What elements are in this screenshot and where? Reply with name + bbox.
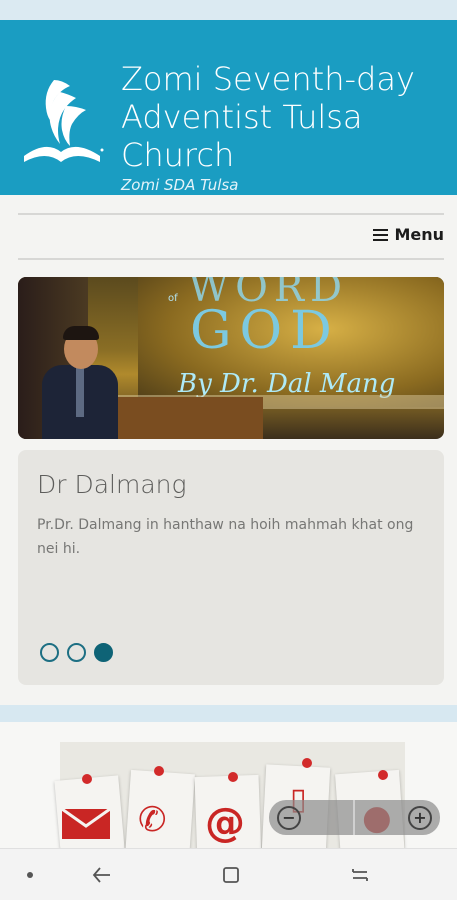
- slide-image-of: of: [168, 293, 178, 304]
- site-header: Zomi Seventh-day Adventist Tulsa Church …: [0, 20, 457, 195]
- zoom-in-icon: +: [413, 807, 427, 827]
- back-icon[interactable]: [88, 861, 116, 889]
- zoom-out-button[interactable]: −: [277, 805, 301, 830]
- menu-button[interactable]: Menu: [373, 225, 444, 244]
- divider: [18, 258, 444, 260]
- church-logo-icon: [24, 80, 104, 162]
- slide-pager: [40, 643, 113, 662]
- envelope-icon: [61, 808, 111, 839]
- pin-icon: [302, 758, 312, 768]
- site-subtitle: Zomi SDA Tulsa: [121, 176, 239, 194]
- slide-dot-1[interactable]: [40, 643, 59, 662]
- pin-icon: [154, 766, 164, 776]
- site-title[interactable]: Zomi Seventh-day Adventist Tulsa Church: [121, 60, 451, 174]
- pin-icon: [228, 772, 238, 782]
- zoom-divider: [353, 800, 355, 835]
- menu-label: Menu: [394, 225, 444, 244]
- pin-icon: [82, 774, 92, 784]
- system-nav-bar: [0, 848, 457, 900]
- slide-dot-3[interactable]: [94, 643, 113, 662]
- main-content: Menu WORD of GOD By Dr. Dal Mang Dr Dalm…: [0, 195, 457, 705]
- at-icon: @: [205, 800, 245, 846]
- slide-title: Dr Dalmang: [37, 470, 187, 499]
- speaker-hair: [63, 326, 99, 340]
- zoom-control: − +: [269, 800, 440, 835]
- slide-caption-card: Dr Dalmang Pr.Dr. Dalmang in hanthaw na …: [18, 450, 444, 685]
- phone-icon: ✆: [138, 800, 167, 840]
- recent-apps-icon[interactable]: [346, 861, 374, 889]
- home-icon[interactable]: [217, 861, 245, 889]
- slide-dot-2[interactable]: [67, 643, 86, 662]
- slide-image-god: GOD: [190, 301, 340, 361]
- top-strip: [0, 0, 457, 20]
- hamburger-icon: [373, 228, 389, 241]
- zoom-in-button[interactable]: +: [408, 805, 432, 830]
- nav-dot-icon[interactable]: [27, 872, 33, 878]
- zoom-out-icon: −: [282, 807, 296, 827]
- slide-image[interactable]: WORD of GOD By Dr. Dal Mang: [18, 277, 444, 439]
- section-band: [0, 705, 457, 722]
- speaker-tie: [76, 367, 84, 417]
- pulpit-shape: [103, 397, 263, 439]
- divider: [18, 213, 444, 215]
- pin-icon: [378, 770, 388, 780]
- slide-text: Pr.Dr. Dalmang in hanthaw na hoih mahmah…: [37, 517, 414, 557]
